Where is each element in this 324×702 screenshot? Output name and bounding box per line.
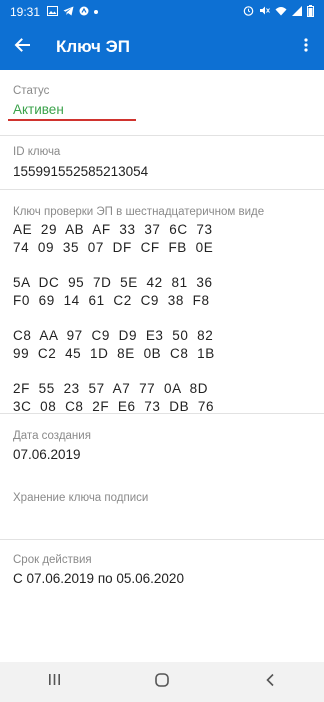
nav-back-button[interactable] bbox=[240, 662, 300, 702]
wifi-icon bbox=[275, 6, 287, 19]
hex-key-label: Ключ проверки ЭП в шестнадцатеричном вид… bbox=[13, 206, 265, 218]
arrow-back-icon bbox=[14, 37, 30, 58]
system-nav-bar bbox=[0, 662, 324, 702]
storage-section: Хранение ключа подписи bbox=[0, 476, 324, 540]
hex-row: C8 AA 97 C9 D9 E3 50 82 bbox=[13, 328, 214, 343]
battery-icon bbox=[307, 4, 314, 20]
alarm-icon bbox=[243, 5, 254, 19]
status-section: Статус Активен bbox=[0, 70, 324, 136]
hex-row: 99 C2 45 1D 8E 0B C8 1B bbox=[13, 346, 215, 361]
recents-button[interactable] bbox=[24, 662, 84, 702]
image-icon bbox=[47, 5, 59, 19]
created-value: 07.06.2019 bbox=[13, 447, 81, 462]
status-value: Активен bbox=[13, 102, 64, 117]
app-bar: Ключ ЭП bbox=[0, 24, 324, 70]
telegram-icon bbox=[63, 6, 74, 19]
hex-row: 5A DC 95 7D 5E 42 81 36 bbox=[13, 275, 213, 290]
key-id-label: ID ключа bbox=[13, 146, 61, 158]
hex-key-value: AE 29 AB AF 33 37 6C 73 74 09 35 07 DF C… bbox=[13, 221, 311, 416]
shield-icon bbox=[79, 6, 89, 19]
validity-value: С 07.06.2019 по 05.06.2020 bbox=[13, 571, 184, 586]
hex-row: AE 29 AB AF 33 37 6C 73 bbox=[13, 222, 213, 237]
status-underline bbox=[8, 119, 136, 121]
overflow-menu-button[interactable] bbox=[288, 24, 324, 70]
validity-label: Срок действия bbox=[13, 554, 92, 566]
more-vert-icon bbox=[304, 37, 308, 57]
hex-row: 2F 55 23 57 A7 77 0A 8D bbox=[13, 381, 209, 396]
created-label: Дата создания bbox=[13, 430, 91, 442]
storage-label: Хранение ключа подписи bbox=[13, 492, 149, 504]
status-bar: 19:31 bbox=[0, 0, 324, 24]
hex-row: 74 09 35 07 DF CF FB 0E bbox=[13, 240, 214, 255]
page-title: Ключ ЭП bbox=[56, 37, 130, 56]
home-button[interactable] bbox=[132, 662, 192, 702]
mute-icon bbox=[259, 5, 270, 19]
created-section: Дата создания 07.06.2019 bbox=[0, 414, 324, 476]
dot-icon bbox=[94, 7, 99, 17]
key-id-section: ID ключа 155991552585213054 bbox=[0, 136, 324, 190]
hex-key-section: Ключ проверки ЭП в шестнадцатеричном вид… bbox=[0, 190, 324, 414]
detail-list: Статус Активен ID ключа 1559915525852130… bbox=[0, 70, 324, 600]
back-icon bbox=[265, 673, 275, 692]
home-icon bbox=[155, 672, 169, 692]
status-time: 19:31 bbox=[10, 5, 41, 19]
hex-row: F0 69 14 61 C2 C9 38 F8 bbox=[13, 293, 210, 308]
signal-icon bbox=[292, 5, 302, 19]
status-label: Статус bbox=[13, 85, 50, 97]
key-id-value: 155991552585213054 bbox=[13, 164, 149, 179]
validity-section: Срок действия С 07.06.2019 по 05.06.2020 bbox=[0, 540, 324, 600]
recents-icon bbox=[48, 673, 61, 691]
back-button[interactable] bbox=[0, 24, 44, 70]
